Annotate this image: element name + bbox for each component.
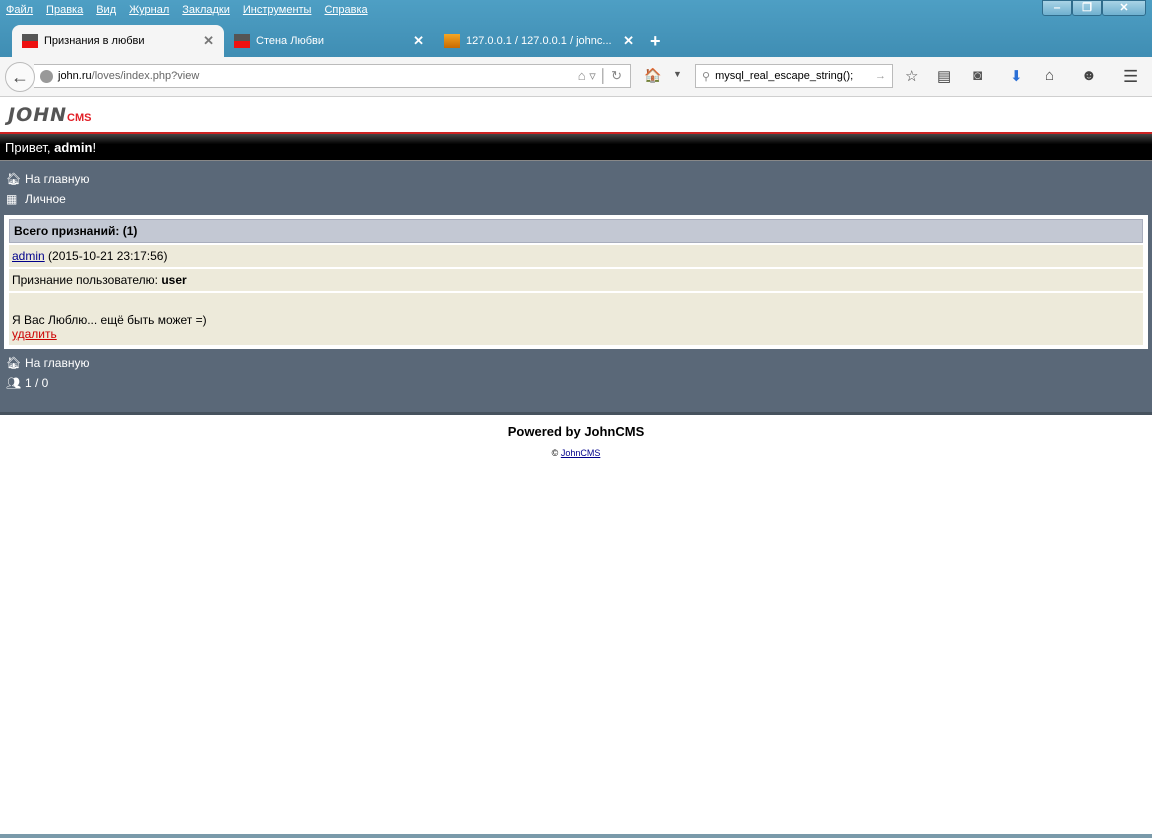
johncms-link[interactable]: JohnCMS	[561, 448, 601, 458]
speed-dial-icon[interactable]: 🏠	[644, 67, 661, 84]
johncms-favicon-icon	[22, 34, 38, 48]
nav-personal[interactable]: ▦ Личное	[0, 189, 1152, 209]
home-icon: 🏠︎	[6, 172, 22, 186]
home-icon[interactable]: ⌂	[1045, 67, 1054, 84]
entry-author-row: admin (2015-10-21 23:17:56)	[9, 245, 1143, 267]
copyright: © JohnCMS	[0, 448, 1152, 458]
powered-by: Powered by JohnCMS	[507, 424, 645, 439]
menu-help[interactable]: Справка	[324, 0, 367, 22]
download-icon[interactable]: ⬇	[1010, 67, 1023, 85]
logo-john: JOHN	[8, 104, 68, 126]
tab-title: Стена Любви	[256, 35, 324, 47]
delete-link[interactable]: удалить	[12, 327, 57, 341]
search-go-icon[interactable]: →	[875, 70, 886, 82]
list-header: Всего признаний: (1)	[9, 219, 1143, 243]
menu-view[interactable]: Вид	[96, 0, 116, 22]
page-content: JOHNCMS Привет, admin! 🏠︎ На главную ▦ Лич…	[0, 97, 1152, 458]
tab-strip: Признания в любви ✕ Стена Любви ✕ 127.0.…	[12, 25, 661, 57]
copyright-symbol: ©	[551, 448, 559, 458]
logo-cms: CMS	[67, 112, 92, 124]
nav-personal-label: Личное	[25, 192, 66, 206]
entry-date: (2015-10-21 23:17:56)	[48, 249, 168, 263]
confessions-list: Всего признаний: (1) admin (2015-10-21 2…	[4, 215, 1148, 349]
greeting-user: admin	[54, 140, 93, 155]
close-tab-icon[interactable]: ✕	[203, 33, 214, 49]
pocket-icon[interactable]: ◙	[973, 67, 982, 84]
new-tab-button[interactable]: +	[650, 25, 661, 57]
menu-history[interactable]: Журнал	[129, 0, 169, 22]
menu-edit[interactable]: Правка	[46, 0, 83, 22]
chat-icon[interactable]: ☻	[1081, 67, 1097, 84]
back-button[interactable]: ←	[5, 62, 35, 92]
recipient-label: Признание пользователю:	[12, 273, 162, 287]
globe-icon	[40, 69, 53, 83]
tab-title: 127.0.0.1 / 127.0.0.1 / johnc...	[466, 35, 612, 47]
url-path: /loves/index.php?view	[91, 70, 200, 82]
greeting-bar: Привет, admin!	[0, 132, 1152, 161]
menu-bookmarks[interactable]: Закладки	[182, 0, 230, 22]
search-icon: ⚲	[702, 70, 711, 83]
menu-tools[interactable]: Инструменты	[243, 0, 312, 22]
entry-recipient-row: Признание пользователю: user	[9, 269, 1143, 291]
entry-message-row: Я Вас Люблю... ещё быть может =) удалить	[9, 293, 1143, 345]
online-count: 1 / 0	[25, 376, 49, 390]
maximize-button[interactable]: ❐	[1072, 0, 1102, 16]
search-input[interactable]: ⚲ mysql_real_escape_string(); →	[695, 64, 893, 88]
close-window-button[interactable]: ✕	[1102, 0, 1146, 16]
close-tab-icon[interactable]: ✕	[413, 33, 424, 49]
url-bar[interactable]: john.ru/loves/index.php?view ⌂ ▿ │ ↻	[34, 64, 631, 88]
url-domain: john.ru	[58, 70, 92, 82]
menu-bar: Файл Правка Вид Журнал Закладки Инструме…	[0, 0, 381, 22]
users-icon: 👥︎	[6, 376, 22, 390]
recipient-user: user	[161, 273, 187, 287]
nav-home[interactable]: 🏠︎ На главную	[0, 169, 1152, 189]
minimize-button[interactable]: ‒	[1042, 0, 1072, 16]
reload-icon[interactable]: ⌂ ▿ │ ↻	[578, 68, 622, 84]
navigation-toolbar: john.ru/loves/index.php?view ⌂ ▿ │ ↻ ← 🏠…	[0, 57, 1152, 97]
author-link[interactable]: admin	[12, 249, 45, 263]
bookmark-star-icon[interactable]: ☆	[905, 67, 918, 85]
home-icon: 🏠︎	[6, 356, 22, 370]
grid-icon: ▦	[6, 192, 18, 206]
tab-love-wall[interactable]: Стена Любви ✕	[224, 25, 434, 57]
menu-file[interactable]: Файл	[6, 0, 33, 22]
phpmyadmin-favicon-icon	[444, 34, 460, 48]
nav-home-bottom[interactable]: 🏠︎ На главную	[0, 353, 1152, 373]
search-value: mysql_real_escape_string();	[715, 70, 854, 82]
nav-home-label: На главную	[25, 356, 90, 370]
tab-love-confessions[interactable]: Признания в любви ✕	[12, 25, 224, 57]
tab-title: Признания в любви	[44, 35, 145, 47]
hamburger-menu-icon[interactable]: ☰	[1123, 67, 1138, 87]
window-controls: ‒ ❐ ✕	[1042, 0, 1146, 16]
johncms-logo[interactable]: JOHNCMS	[0, 97, 1152, 132]
tab-phpmyadmin[interactable]: 127.0.0.1 / 127.0.0.1 / johnc... ✕	[434, 25, 644, 57]
search-engine-dropdown-icon[interactable]: ▼	[673, 69, 682, 79]
greeting-suffix: !	[92, 140, 97, 155]
greeting-prefix: Привет,	[5, 140, 55, 155]
online-counter[interactable]: 👥︎ 1 / 0	[0, 373, 1152, 393]
taskbar	[0, 834, 1152, 838]
main-panel: 🏠︎ На главную ▦ Личное Всего признаний: (1…	[0, 161, 1152, 415]
johncms-favicon-icon	[234, 34, 250, 48]
browser-chrome: Файл Правка Вид Журнал Закладки Инструме…	[0, 0, 1152, 97]
reading-list-icon[interactable]: ▤	[937, 67, 951, 85]
close-tab-icon[interactable]: ✕	[623, 33, 634, 49]
nav-home-label: На главную	[25, 172, 90, 186]
entry-message: Я Вас Люблю... ещё быть может =)	[12, 313, 207, 327]
